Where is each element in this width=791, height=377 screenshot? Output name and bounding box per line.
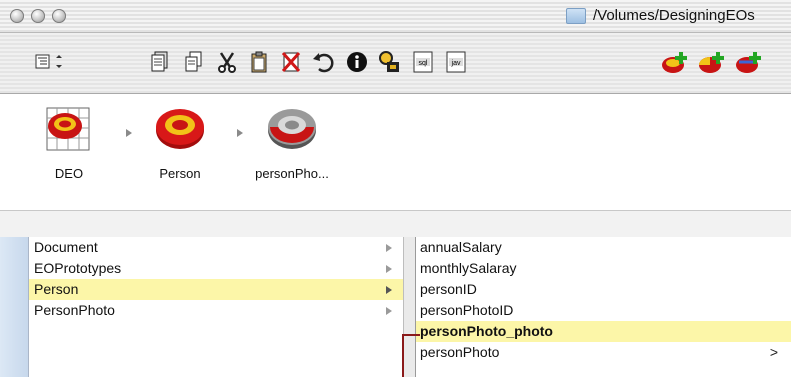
add-relationship-icon[interactable]: [734, 50, 764, 74]
list-item-label: personID: [420, 281, 477, 297]
close-button[interactable]: [10, 9, 24, 23]
lock-icon[interactable]: [377, 50, 401, 74]
info-icon[interactable]: [345, 50, 369, 74]
browser-column-attributes[interactable]: annualSalary monthlySalaray personID per…: [415, 237, 791, 377]
add-attribute-icon[interactable]: [697, 50, 727, 74]
list-item-label: personPhotoID: [420, 302, 514, 318]
delete-icon[interactable]: [279, 50, 303, 74]
svg-text:sql: sql: [419, 60, 428, 67]
list-item-label: EOPrototypes: [34, 260, 122, 276]
path-item-label: personPho...: [255, 166, 329, 181]
list-item-label: personPhoto: [420, 344, 500, 360]
list-item[interactable]: EOPrototypes: [29, 258, 404, 279]
paste-icon[interactable]: [247, 50, 271, 74]
title-bar[interactable]: /Volumes/DesigningEOs: [0, 0, 791, 33]
list-item[interactable]: annualSalary: [416, 237, 791, 258]
path-item-person[interactable]: Person: [136, 102, 224, 181]
list-item[interactable]: Document: [29, 237, 404, 258]
chevron-right-icon: [386, 286, 392, 294]
chevron-right-icon: [386, 307, 392, 315]
window-title: /Volumes/DesigningEOs: [566, 7, 755, 24]
chevron-right-icon: [386, 244, 392, 252]
copy-icon[interactable]: [182, 50, 206, 74]
path-item-label: DEO: [54, 166, 84, 181]
flattened-relationship-bracket: [402, 334, 420, 377]
java-icon[interactable]: jav: [444, 50, 468, 74]
list-item-label: Person: [34, 281, 79, 297]
folder-icon: [566, 7, 586, 24]
path-item-label: Person: [159, 166, 201, 181]
list-item[interactable]: personPhotoID: [416, 300, 791, 321]
list-item[interactable]: personID: [416, 279, 791, 300]
cut-icon[interactable]: [215, 50, 239, 74]
list-item[interactable]: personPhoto >: [416, 342, 791, 363]
new-model-icon[interactable]: [148, 50, 172, 74]
undo-icon[interactable]: [311, 50, 335, 74]
sql-icon[interactable]: sql: [411, 50, 435, 74]
list-item[interactable]: PersonPhoto: [29, 300, 404, 321]
list-item-selected[interactable]: personPhoto_photo: [416, 321, 791, 342]
path-arrow-icon: [126, 129, 132, 137]
entity-icon: [154, 102, 206, 154]
window-title-text: /Volumes/DesigningEOs: [593, 7, 755, 24]
minimize-button[interactable]: [31, 9, 45, 23]
path-item-personphoto[interactable]: personPho...: [248, 102, 336, 181]
list-item-label: PersonPhoto: [34, 302, 115, 318]
add-entity-icon[interactable]: [660, 50, 690, 74]
path-arrow-icon: [237, 129, 243, 137]
outline-view-icon[interactable]: [34, 50, 70, 74]
list-item[interactable]: monthlySalaray: [416, 258, 791, 279]
list-item-label: annualSalary: [420, 239, 502, 255]
toolbar: sql jav: [0, 33, 791, 94]
zoom-button[interactable]: [52, 9, 66, 23]
relationship-icon: [266, 102, 318, 154]
model-icon: [43, 102, 95, 154]
list-item-label: personPhoto_photo: [420, 323, 553, 339]
svg-text:jav: jav: [451, 60, 461, 67]
chevron-right-icon: [386, 265, 392, 273]
list-item-label: monthlySalaray: [420, 260, 517, 276]
list-item-selected[interactable]: Person: [29, 279, 404, 300]
path-item-deo[interactable]: DEO: [25, 102, 113, 181]
browser-left-gutter: [0, 237, 28, 377]
eomodeler-window: /Volumes/DesigningEOs sql jav DEO Person…: [0, 0, 791, 377]
relationship-arrow: >: [769, 344, 778, 360]
splitter[interactable]: [0, 210, 791, 238]
browser-column-entities[interactable]: Document EOPrototypes Person PersonPhoto: [28, 237, 404, 377]
list-item-label: Document: [34, 239, 98, 255]
